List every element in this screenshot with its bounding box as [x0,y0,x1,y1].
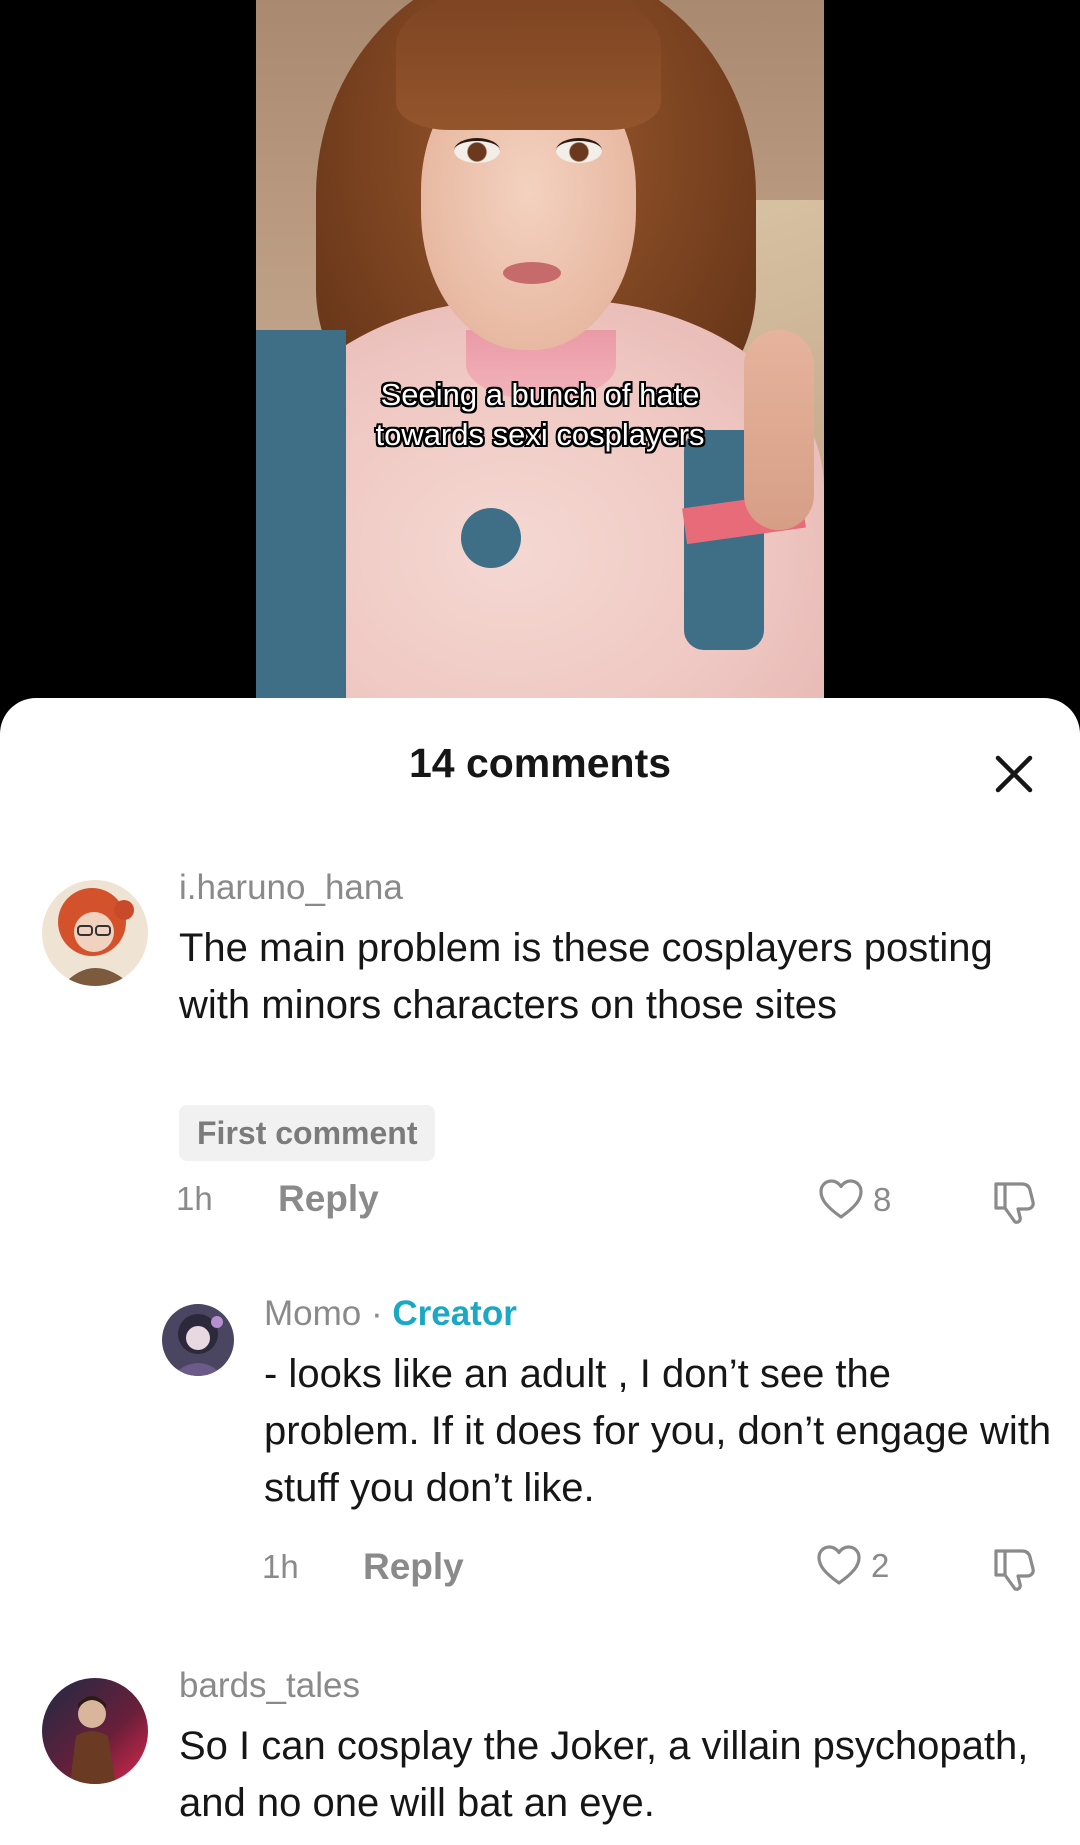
thumbs-down-icon [994,1549,1035,1591]
like-button[interactable]: 2 [815,1542,889,1590]
comment-text: The main problem is these cosplayers pos… [179,926,993,1027]
close-icon [995,755,1033,793]
like-count: 8 [873,1181,892,1218]
avatar[interactable] [42,880,148,986]
video-player[interactable] [256,0,824,720]
reply-button[interactable]: Reply [363,1546,464,1588]
video-bangs [396,0,661,130]
video-eye [556,138,602,163]
video-eye [454,138,500,163]
avatar[interactable] [162,1304,234,1376]
comment-username[interactable]: Momo · Creator [264,1294,517,1334]
avatar[interactable] [42,1678,148,1784]
comments-count-title: 14 comments [408,740,672,786]
comment-username[interactable]: bards_tales [179,1666,360,1706]
first-comment-badge: First comment [179,1105,436,1161]
screen: Seeing a bunch of hate towards sexi cosp… [0,0,1080,1845]
like-count: 2 [871,1547,890,1584]
dislike-button[interactable] [988,1174,1040,1226]
dislike-button[interactable] [988,1541,1040,1593]
close-button[interactable] [988,748,1040,800]
reply-button[interactable]: Reply [278,1178,379,1220]
comment-text: - looks like an adult , I don’t see the … [264,1352,1052,1510]
comment-text: So I can cosplay the Joker, a villain ps… [179,1724,1029,1825]
creator-label: Creator [392,1294,517,1333]
like-button[interactable]: 8 [817,1176,891,1224]
heart-icon [817,1545,861,1585]
caption-line: Seeing a bunch of hate [380,377,700,412]
comment-username[interactable]: i.haruno_hana [179,868,403,908]
caption-line: towards sexi cosplayers [375,417,705,452]
comment-time: 1h [262,1548,299,1585]
video-mouth [503,262,561,284]
video-caption: Seeing a bunch of hate towards sexi cosp… [256,375,824,455]
video-costume-button [461,508,521,568]
comments-sheet: 14 comments i.haruno_hana The main probl… [0,698,1080,1845]
comment-time: 1h [176,1180,213,1217]
username-text: Momo [264,1294,362,1333]
separator-dot: · [361,1294,393,1333]
heart-icon [819,1179,863,1219]
thumbs-down-icon [994,1182,1035,1224]
